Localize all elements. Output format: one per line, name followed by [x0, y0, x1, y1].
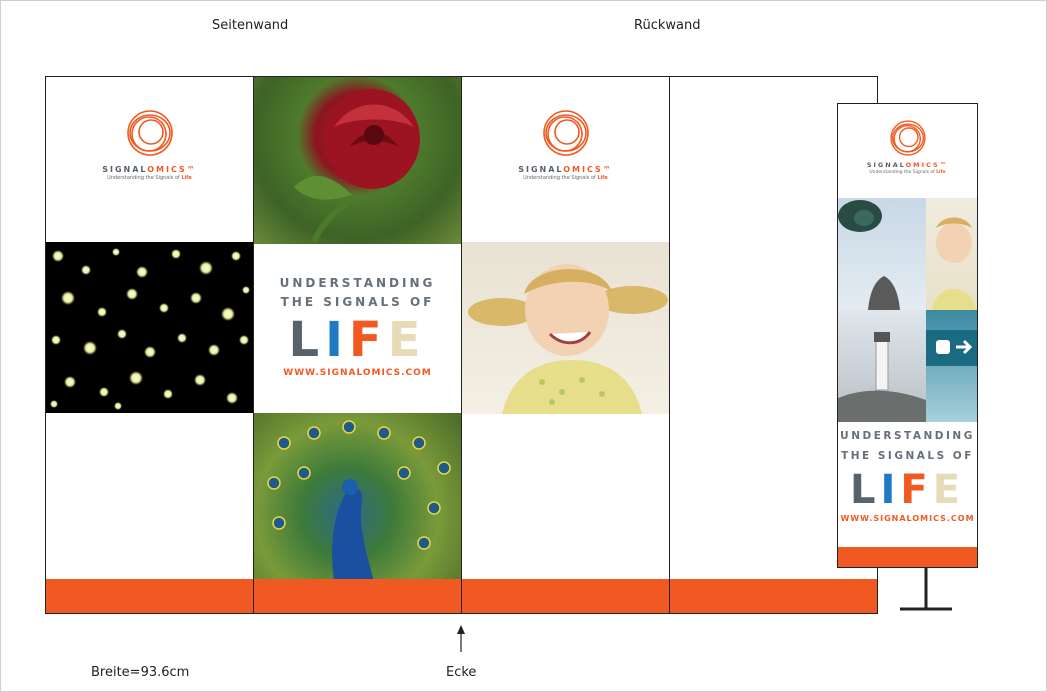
annotation-overlay: [457, 568, 952, 652]
width-label: Breite=93.6cm: [91, 665, 190, 680]
arrow-up-icon: [457, 625, 465, 634]
corner-label: Ecke: [446, 665, 477, 680]
